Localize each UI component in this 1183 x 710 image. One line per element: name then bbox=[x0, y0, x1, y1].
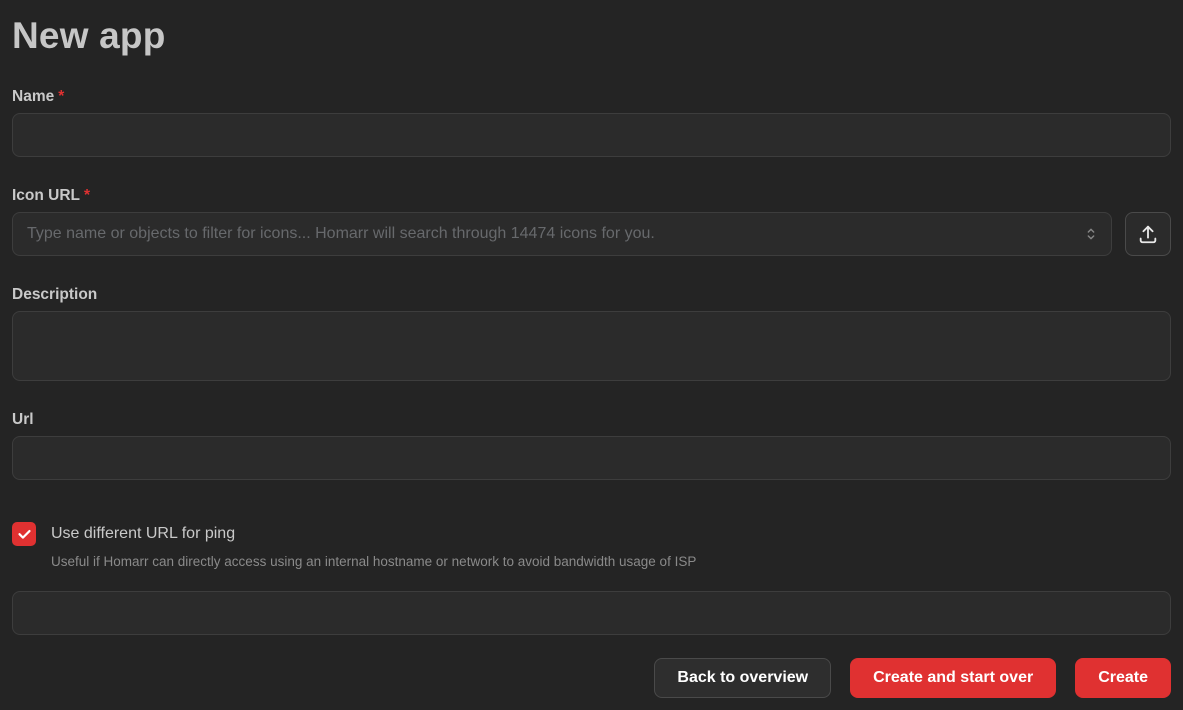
description-field-group: Description bbox=[12, 286, 1171, 381]
description-textarea[interactable] bbox=[12, 311, 1171, 381]
icon-url-input[interactable] bbox=[12, 212, 1112, 256]
icon-url-label-text: Icon URL bbox=[12, 187, 80, 204]
back-to-overview-button[interactable]: Back to overview bbox=[654, 658, 831, 698]
icon-url-label: Icon URL* bbox=[12, 187, 1171, 205]
icon-url-field-group: Icon URL* bbox=[12, 187, 1171, 256]
name-field-group: Name* bbox=[12, 88, 1171, 157]
name-input[interactable] bbox=[12, 113, 1171, 157]
new-app-form: New app Name* Icon URL* bbox=[0, 0, 1183, 710]
create-and-start-over-button[interactable]: Create and start over bbox=[850, 658, 1056, 698]
footer-actions: Back to overview Create and start over C… bbox=[12, 658, 1171, 698]
url-input[interactable] bbox=[12, 436, 1171, 480]
name-label-text: Name bbox=[12, 88, 54, 105]
ping-checkbox-label[interactable]: Use different URL for ping bbox=[51, 525, 235, 543]
upload-icon bbox=[1137, 223, 1159, 245]
url-field-group: Url bbox=[12, 411, 1171, 480]
ping-helper-text: Useful if Homarr can directly access usi… bbox=[51, 554, 1171, 569]
icon-url-select-wrap bbox=[12, 212, 1112, 256]
ping-checkbox[interactable] bbox=[12, 522, 36, 546]
url-label: Url bbox=[12, 411, 1171, 429]
name-label: Name* bbox=[12, 88, 1171, 106]
page-title: New app bbox=[12, 14, 1171, 58]
ping-section: Use different URL for ping Useful if Hom… bbox=[12, 522, 1171, 635]
ping-url-input[interactable] bbox=[12, 591, 1171, 635]
description-label: Description bbox=[12, 286, 1171, 304]
upload-icon-button[interactable] bbox=[1125, 212, 1171, 256]
checkmark-icon bbox=[17, 527, 32, 542]
icon-url-required-asterisk: * bbox=[84, 187, 90, 204]
name-required-asterisk: * bbox=[58, 88, 64, 105]
create-button[interactable]: Create bbox=[1075, 658, 1171, 698]
